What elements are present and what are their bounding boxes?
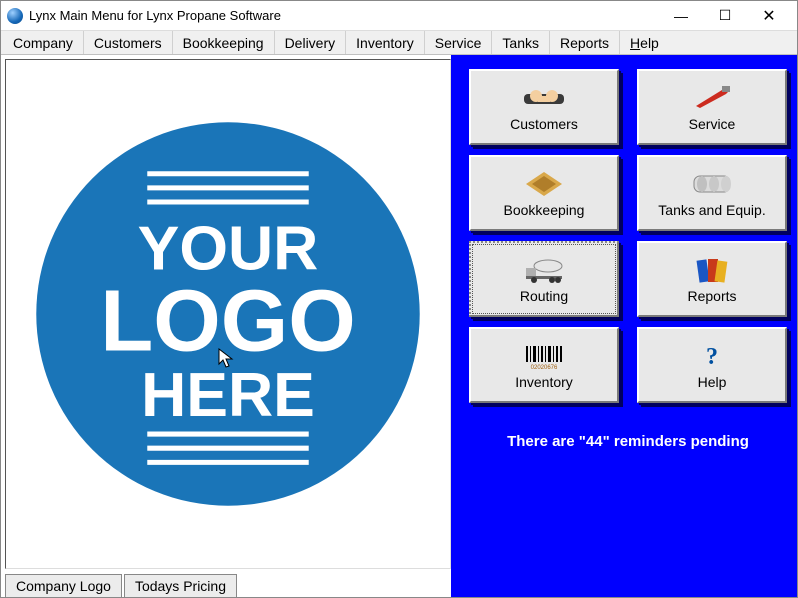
tanks-equip-button-label: Tanks and Equip. — [658, 202, 765, 218]
window-title: Lynx Main Menu for Lynx Propane Software — [29, 8, 659, 23]
menu-delivery[interactable]: Delivery — [275, 31, 347, 54]
close-button[interactable]: ✕ — [747, 2, 791, 30]
svg-text:HERE: HERE — [141, 360, 315, 430]
customers-button[interactable]: Customers — [469, 69, 619, 145]
tanks-icon — [692, 170, 732, 198]
quick-buttons-grid: Customers Service Bookkeeping — [469, 69, 787, 403]
main-window: Lynx Main Menu for Lynx Propane Software… — [0, 0, 798, 598]
help-button[interactable]: ? Help — [637, 327, 787, 403]
menu-inventory[interactable]: Inventory — [346, 31, 425, 54]
menu-help[interactable]: Help — [620, 31, 669, 54]
service-button[interactable]: Service — [637, 69, 787, 145]
svg-text:02020676: 02020676 — [531, 365, 558, 370]
tab-company-logo[interactable]: Company Logo — [5, 574, 122, 597]
inventory-button[interactable]: 02020676 Inventory — [469, 327, 619, 403]
inventory-button-label: Inventory — [515, 374, 573, 390]
left-tabs: Company Logo Todays Pricing — [5, 569, 451, 597]
reports-button[interactable]: Reports — [637, 241, 787, 317]
company-logo-frame: YOUR LOGO HERE — [5, 59, 451, 569]
menu-customers[interactable]: Customers — [84, 31, 173, 54]
question-icon: ? — [692, 342, 732, 370]
content-area: YOUR LOGO HERE Company Logo Todays Prici… — [1, 55, 797, 597]
right-pane: Customers Service Bookkeeping — [451, 55, 797, 597]
handshake-icon — [524, 84, 564, 112]
customers-button-label: Customers — [510, 116, 578, 132]
app-icon — [7, 8, 23, 24]
barcode-icon: 02020676 — [524, 342, 564, 370]
titlebar: Lynx Main Menu for Lynx Propane Software… — [1, 1, 797, 31]
left-pane: YOUR LOGO HERE Company Logo Todays Prici… — [1, 55, 451, 597]
reminders-status: There are "44" reminders pending — [469, 433, 787, 450]
menu-tanks[interactable]: Tanks — [492, 31, 550, 54]
tanks-equip-button[interactable]: Tanks and Equip. — [637, 155, 787, 231]
svg-text:?: ? — [706, 344, 718, 370]
reports-button-label: Reports — [687, 288, 736, 304]
books-icon — [692, 256, 732, 284]
service-button-label: Service — [689, 116, 736, 132]
menubar: Company Customers Bookkeeping Delivery I… — [1, 31, 797, 55]
routing-button-label: Routing — [520, 288, 568, 304]
menu-company[interactable]: Company — [3, 31, 84, 54]
company-logo-image: YOUR LOGO HERE — [6, 60, 450, 568]
menu-service[interactable]: Service — [425, 31, 493, 54]
menu-bookkeeping[interactable]: Bookkeeping — [173, 31, 275, 54]
routing-button[interactable]: Routing — [469, 241, 619, 317]
help-button-label: Help — [698, 374, 727, 390]
truck-icon — [524, 256, 564, 284]
menu-reports[interactable]: Reports — [550, 31, 620, 54]
reminders-count: 44 — [586, 433, 603, 450]
bookkeeping-button-label: Bookkeeping — [504, 202, 585, 218]
pipe-wrench-icon — [692, 84, 732, 112]
maximize-button[interactable]: ☐ — [703, 2, 747, 30]
coins-icon — [524, 170, 564, 198]
tab-todays-pricing[interactable]: Todays Pricing — [124, 574, 237, 597]
minimize-button[interactable]: — — [659, 2, 703, 30]
bookkeeping-button[interactable]: Bookkeeping — [469, 155, 619, 231]
svg-text:LOGO: LOGO — [100, 272, 355, 369]
